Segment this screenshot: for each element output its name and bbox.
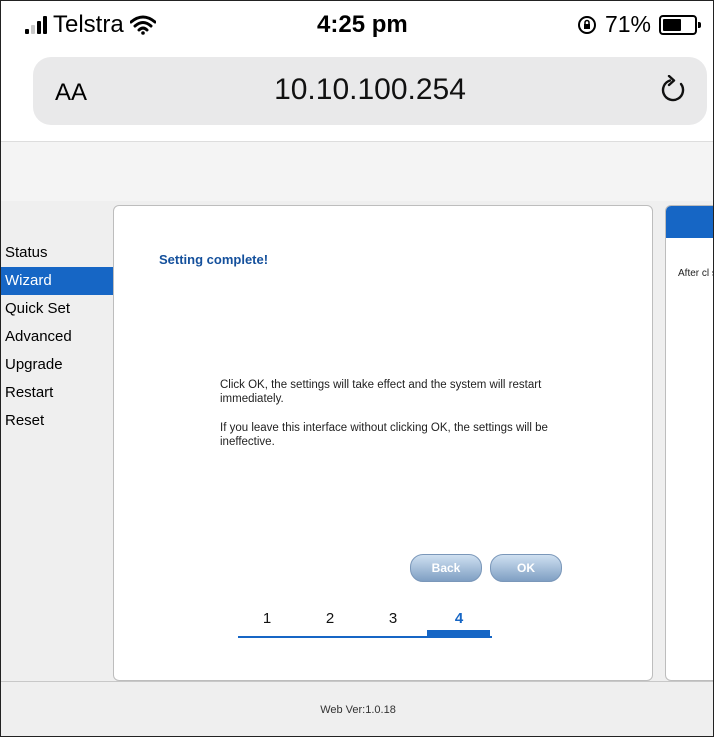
wifi-icon (129, 15, 156, 35)
help-panel-header (666, 206, 713, 238)
status-bar: Telstra 4:25 pm 71% (1, 1, 713, 49)
address-bar[interactable]: AA 10.10.100.254 (33, 57, 707, 125)
browser-frame: Telstra 4:25 pm 71% AA 10.10.100.254 Sta… (0, 0, 714, 737)
status-right: 71% (577, 11, 701, 38)
sidebar-item-restart[interactable]: Restart (1, 379, 113, 407)
url-display[interactable]: 10.10.100.254 (33, 73, 707, 107)
help-text: After cl system immedi (678, 268, 713, 279)
warning-message: If you leave this interface without clic… (220, 422, 548, 448)
restart-message: Click OK, the settings will take effect … (220, 379, 542, 405)
carrier-name: Telstra (53, 11, 124, 38)
page-title: Setting complete! (159, 252, 269, 267)
footer: Web Ver:1.0.18 (1, 681, 713, 736)
web-version: Web Ver:1.0.18 (320, 704, 396, 716)
page-header-band (1, 141, 713, 202)
step-active-bar (427, 630, 490, 638)
sidebar-menu: Status Wizard Quick Set Advanced Upgrade… (1, 239, 113, 435)
step-3: 3 (388, 610, 398, 627)
signal-icon (25, 16, 47, 34)
orientation-lock-icon (577, 15, 596, 34)
help-panel: After cl system immedi (665, 205, 713, 681)
sidebar-item-status[interactable]: Status (1, 239, 113, 267)
step-2: 2 (325, 610, 335, 627)
sidebar-item-advanced[interactable]: Advanced (1, 323, 113, 351)
battery-fill (663, 18, 681, 31)
sidebar-item-upgrade[interactable]: Upgrade (1, 351, 113, 379)
ok-button[interactable]: OK (490, 554, 562, 582)
carrier-group: Telstra (25, 11, 156, 39)
page-content: Status Wizard Quick Set Advanced Upgrade… (1, 201, 713, 681)
step-4: 4 (454, 610, 464, 627)
sidebar-item-reset[interactable]: Reset (1, 407, 113, 435)
sidebar-item-wizard[interactable]: Wizard (1, 267, 113, 295)
step-1: 1 (262, 610, 272, 627)
battery-icon (659, 14, 701, 35)
sidebar-item-quick-set[interactable]: Quick Set (1, 295, 113, 323)
clock: 4:25 pm (317, 11, 408, 38)
battery-percent: 71% (604, 11, 651, 37)
back-button[interactable]: Back (410, 554, 482, 582)
wizard-panel: Setting complete! Click OK, the settings… (113, 205, 653, 681)
step-indicator: 1 2 3 4 (238, 610, 492, 640)
reload-icon[interactable] (659, 75, 687, 105)
